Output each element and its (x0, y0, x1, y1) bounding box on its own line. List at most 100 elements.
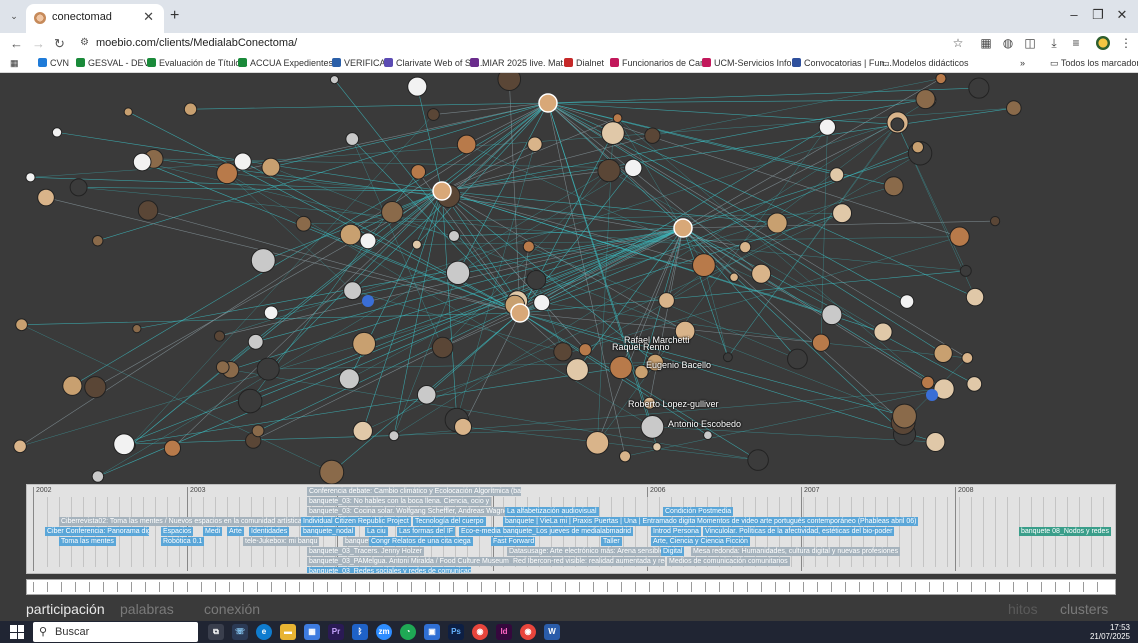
hub-node[interactable] (432, 181, 452, 201)
timeline-event[interactable]: Red Ibercon-red visible: realidad aument… (511, 557, 665, 566)
extension-icon[interactable]: ◍ (1000, 36, 1016, 50)
person-node[interactable] (892, 403, 917, 429)
timeline-event[interactable]: banquete | VieLa mi | Praxis Puertas | U… (503, 517, 697, 526)
person-node[interactable] (965, 287, 985, 307)
person-node[interactable] (445, 260, 471, 285)
timeline-event[interactable]: Tecnología del cuerpo (413, 517, 486, 526)
photoshop-icon[interactable]: Ps (448, 624, 464, 640)
person-node[interactable] (13, 439, 27, 454)
timeline-event[interactable]: banquete_03_PAMelgua. Antoni Miralda / F… (307, 557, 511, 566)
person-node[interactable] (585, 431, 610, 455)
person-node[interactable] (448, 230, 461, 243)
person-node[interactable] (925, 432, 946, 452)
timeline-event[interactable]: Arte, Ciencia y Ciencia Ficción (651, 537, 750, 546)
timeline-event[interactable]: Momentos de video arte portugués contemp… (695, 517, 919, 526)
timeline-event[interactable]: tele-Jukebox: mi banqu (243, 537, 320, 546)
person-node[interactable] (352, 420, 373, 442)
person-node[interactable] (454, 417, 473, 436)
person-node[interactable] (1006, 100, 1022, 116)
timeline-event[interactable]: banquete_03 (343, 537, 371, 546)
download-icon[interactable]: ⤓ (1046, 36, 1062, 51)
person-node[interactable] (890, 117, 905, 132)
bookmark-star-icon[interactable]: ☆ (950, 36, 966, 50)
person-node[interactable] (652, 442, 662, 452)
person-node[interactable] (91, 470, 105, 483)
person-node[interactable] (407, 76, 428, 97)
person-node[interactable] (722, 352, 733, 363)
timeline-event[interactable]: banquete_Los jueves de medialabmadrid (501, 527, 634, 536)
person-node[interactable] (15, 318, 28, 332)
hub-node[interactable] (538, 93, 558, 113)
timeline-event[interactable]: Introd Persona (651, 527, 701, 536)
bookmark-modelos[interactable]: ▭ Modelos didácticos (881, 58, 969, 69)
person-node[interactable] (597, 158, 621, 183)
person-node[interactable] (25, 172, 36, 183)
person-node[interactable] (497, 73, 522, 91)
person-node[interactable] (747, 449, 769, 471)
person-node[interactable] (553, 342, 573, 362)
calculator-icon[interactable]: ▦ (304, 624, 320, 640)
tab-search-icon[interactable]: ⌄ (6, 8, 22, 24)
timeline-event[interactable]: Vinculolar. Políticas de la afectividad,… (703, 527, 895, 536)
task-view-icon[interactable]: ⧉ (208, 624, 224, 640)
timeline-event[interactable]: Eco-e-mediai (459, 527, 503, 536)
person-node[interactable] (619, 450, 632, 463)
person-node[interactable] (787, 348, 808, 370)
bookmark-verifica[interactable]: VERIFICA (332, 58, 386, 68)
timeline-event[interactable]: Digital (661, 547, 685, 556)
bluetooth-icon[interactable]: ᛒ (352, 624, 368, 640)
hub-node[interactable] (510, 303, 530, 323)
file-explorer-icon[interactable]: ▬ (280, 624, 296, 640)
profile-avatar[interactable] (1096, 36, 1110, 50)
person-node[interactable] (873, 322, 893, 342)
person-node[interactable] (821, 304, 843, 326)
person-node[interactable] (263, 305, 279, 321)
person-node[interactable] (527, 136, 543, 152)
timeline-event[interactable]: banquete 08_Nodos y redes (1019, 527, 1111, 536)
bookmark-gesval[interactable]: GESVAL - DEVA (76, 58, 155, 68)
person-node[interactable] (966, 376, 983, 392)
person-node[interactable] (811, 333, 831, 352)
person-node[interactable] (329, 75, 340, 85)
windows-start-icon[interactable] (10, 625, 24, 639)
timeline-event[interactable]: Medi (203, 527, 223, 536)
timeline-event[interactable]: Identidades (249, 527, 290, 536)
timeline-event[interactable]: Toma las mentes (59, 537, 116, 546)
bookmark-miar[interactable]: MIAR 2025 live. Mat... (470, 58, 571, 68)
bookmark-cvn[interactable]: CVN (38, 58, 69, 68)
restore-icon[interactable]: ❐ (1088, 7, 1108, 23)
person-node[interactable] (37, 188, 55, 207)
bookmark-ucm[interactable]: UCM-Servicios Infor... (702, 58, 802, 68)
person-node[interactable] (829, 167, 845, 183)
person-node[interactable] (233, 152, 252, 171)
menu-clusters[interactable]: clusters (1060, 601, 1108, 617)
bookmark-accua[interactable]: ACCUA Expedientes... (238, 58, 341, 68)
timeline-event[interactable]: Medios de comunicación comunitarios (667, 557, 790, 566)
person-node[interactable] (319, 459, 345, 485)
timeline-event[interactable]: La ciu (365, 527, 388, 536)
person-node[interactable] (247, 333, 264, 350)
taskbar-search[interactable]: ⚲ Buscar (33, 622, 198, 642)
person-node[interactable] (113, 433, 136, 456)
hub-node[interactable] (673, 218, 693, 238)
timeline-event[interactable]: Mesa redonda: Humanidades, cultura digit… (691, 547, 901, 556)
person-node[interactable] (751, 263, 772, 284)
bookmark-convocatorias[interactable]: Convocatorias | Fun... (792, 58, 892, 68)
person-node[interactable] (915, 89, 936, 110)
person-node[interactable] (123, 107, 133, 117)
person-node[interactable] (411, 239, 422, 250)
person-node[interactable] (933, 343, 953, 364)
person-node[interactable] (339, 223, 362, 246)
person-node[interactable] (261, 157, 281, 177)
reload-icon[interactable]: ↻ (54, 36, 65, 52)
person-node[interactable] (640, 415, 665, 439)
timeline-scrubber[interactable] (26, 579, 1116, 595)
person-node[interactable] (883, 176, 904, 197)
timeline-panel[interactable]: 2002200320042005200620072008Conferencia … (26, 484, 1116, 574)
menu-palabras[interactable]: palabras (120, 601, 174, 617)
phone-link-icon[interactable]: ☏ (232, 624, 248, 640)
person-node[interactable] (899, 294, 915, 309)
person-node[interactable] (612, 113, 623, 123)
timeline-event[interactable]: Espacios (161, 527, 194, 536)
person-node[interactable] (949, 226, 970, 247)
